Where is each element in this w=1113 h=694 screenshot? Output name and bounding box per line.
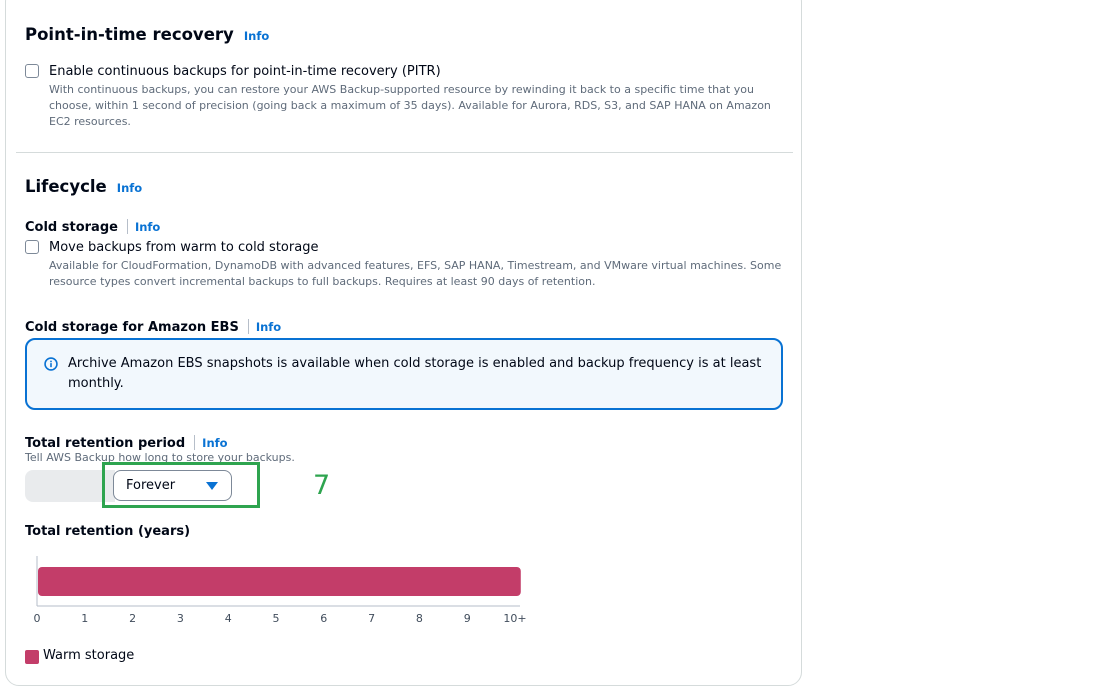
x-tick-label: 10+: [503, 612, 527, 625]
warm-storage-bar: [38, 567, 521, 596]
ebs-alert-line: monthly.: [68, 376, 124, 391]
ebs-info-alert: Archive Amazon EBS snapshots is availabl…: [25, 338, 783, 410]
section-divider: [16, 152, 793, 153]
x-tick-label: 7: [368, 612, 376, 625]
cold-storage-description: Available for CloudFormation, DynamoDB w…: [49, 258, 781, 290]
chart-title: Total retention (years): [25, 524, 191, 539]
retention-chart: [36, 556, 521, 607]
separator: [126, 219, 128, 234]
cold-storage-label: Cold storage: [25, 220, 118, 235]
warm-storage-legend-swatch: [25, 650, 39, 664]
lifecycle-header: Lifecycle Info: [25, 177, 142, 196]
cold-storage-ebs-info-link[interactable]: Info: [256, 320, 281, 334]
retention-period-info-link[interactable]: Info: [202, 436, 227, 450]
pitr-description-line: With continuous backups, you can restore…: [49, 83, 754, 96]
cold-storage-header: Cold storage Info: [25, 216, 160, 235]
retention-period-label: Total retention period: [25, 436, 186, 451]
pitr-info-link[interactable]: Info: [244, 29, 269, 43]
cold-storage-ebs-header: Cold storage for Amazon EBS Info: [25, 316, 281, 335]
pitr-description-line: EC2 resources.: [49, 115, 131, 128]
info-circle-icon: [44, 357, 58, 371]
highlight-box: [102, 462, 260, 508]
separator: [247, 319, 249, 334]
x-tick-label: 5: [272, 612, 280, 625]
cold-storage-checkbox-label[interactable]: Move backups from warm to cold storage: [49, 240, 318, 255]
retention-period-header: Total retention period Info: [25, 432, 228, 451]
ebs-alert-text: Archive Amazon EBS snapshots is availabl…: [68, 354, 768, 394]
x-tick-label: 3: [176, 612, 184, 625]
cold-storage-info-link[interactable]: Info: [135, 220, 160, 234]
x-tick-label: 0: [33, 612, 41, 625]
x-tick-label: 6: [320, 612, 328, 625]
x-tick-label: 4: [224, 612, 232, 625]
x-tick-label: 1: [81, 612, 89, 625]
warm-storage-legend-label: Warm storage: [43, 648, 135, 663]
x-tick-label: 8: [415, 612, 423, 625]
annotation-number: 7: [313, 470, 331, 501]
x-tick-label: 9: [463, 612, 471, 625]
cold-storage-description-line: Available for CloudFormation, DynamoDB w…: [49, 259, 782, 272]
separator: [194, 435, 196, 450]
cold-storage-checkbox[interactable]: [25, 240, 39, 254]
ebs-alert-line: Archive Amazon EBS snapshots is availabl…: [68, 356, 762, 371]
cold-storage-description-line: resource types convert incremental backu…: [49, 275, 596, 288]
pitr-checkbox-label[interactable]: Enable continuous backups for point-in-t…: [49, 64, 441, 79]
pitr-description: With continuous backups, you can restore…: [49, 82, 771, 130]
pitr-checkbox[interactable]: [25, 64, 39, 78]
pitr-description-line: choose, within 1 second of precision (go…: [49, 99, 771, 112]
pitr-header: Point-in-time recovery Info: [25, 25, 269, 44]
lifecycle-title: Lifecycle: [25, 177, 107, 196]
pitr-title: Point-in-time recovery: [25, 25, 234, 44]
x-tick-label: 2: [129, 612, 137, 625]
cold-storage-ebs-label: Cold storage for Amazon EBS: [25, 320, 239, 335]
lifecycle-info-link[interactable]: Info: [117, 181, 142, 195]
